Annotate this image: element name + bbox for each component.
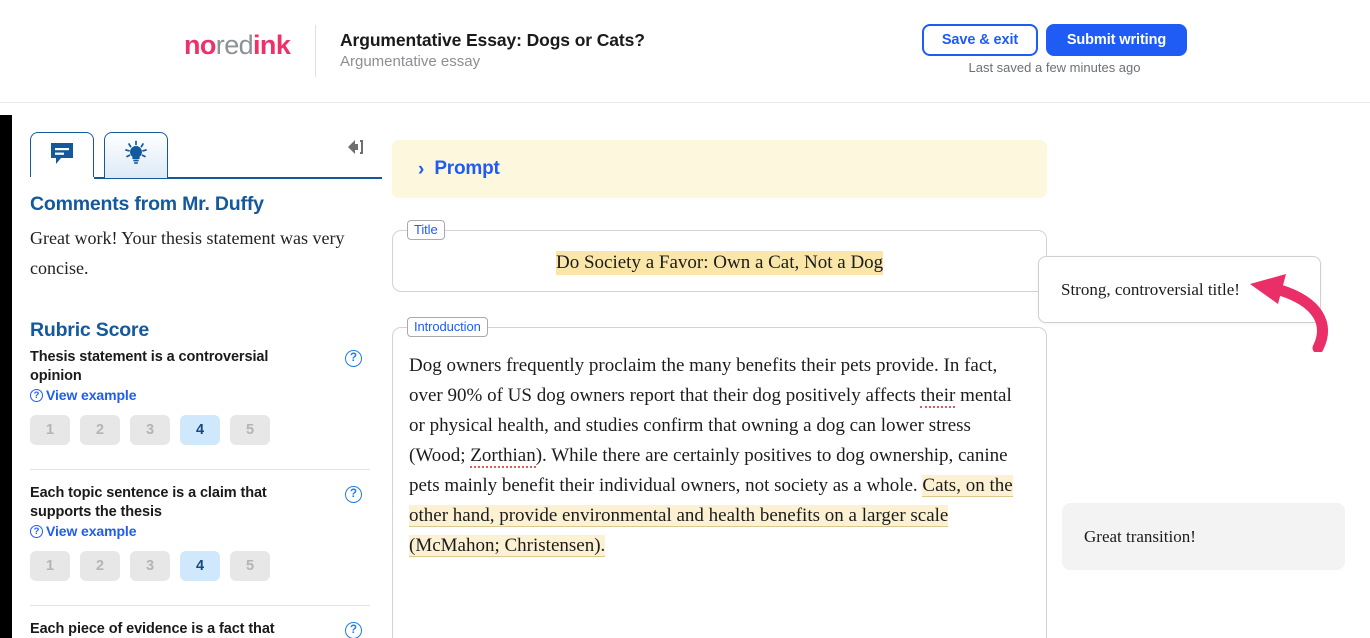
introduction-field-legend: Introduction: [407, 317, 488, 337]
header-divider: [315, 25, 316, 77]
score-buttons: 1 2 3 4 5: [30, 551, 370, 581]
rubric-item-label: Each topic sentence is a claim that supp…: [30, 485, 267, 520]
rubric-item: Each piece of evidence is a fact that su…: [30, 605, 370, 638]
save-and-exit-button[interactable]: Save & exit: [922, 24, 1038, 56]
noredink-logo[interactable]: noredink: [184, 30, 291, 60]
collapse-panel-icon[interactable]: [344, 136, 366, 158]
rubric-score-heading: Rubric Score: [30, 319, 149, 341]
score-buttons: 1 2 3 4 5: [30, 415, 370, 445]
intro-segment-1: Dog owners frequently proclaim the many …: [409, 355, 998, 406]
app-header: noredink Argumentative Essay: Dogs or Ca…: [0, 0, 1370, 103]
title-field[interactable]: Title Do Society a Favor: Own a Cat, Not…: [392, 220, 1047, 292]
score-button-4[interactable]: 4: [180, 415, 220, 445]
assignment-title: Argumentative Essay: Dogs or Cats?: [340, 30, 645, 50]
introduction-text: Dog owners frequently proclaim the many …: [393, 328, 1046, 571]
help-icon[interactable]: ?: [345, 622, 362, 638]
spellcheck-word-their: their: [920, 385, 956, 408]
score-button-2[interactable]: 2: [80, 551, 120, 581]
rubric-item-label: Thesis statement is a controversial opin…: [30, 349, 269, 384]
score-button-3[interactable]: 3: [130, 415, 170, 445]
assignment-subtitle: Argumentative essay: [340, 53, 481, 70]
teacher-comment-text: Great work! Your thesis statement was ve…: [30, 228, 345, 278]
view-example-label: View example: [46, 387, 137, 403]
prompt-label: Prompt: [434, 158, 500, 179]
comment-callout-text: Strong, controversial title!: [1061, 279, 1240, 299]
score-button-4[interactable]: 4: [180, 551, 220, 581]
score-button-5[interactable]: 5: [230, 415, 270, 445]
tab-comments[interactable]: [30, 132, 94, 180]
logo-part-red: red: [215, 30, 254, 60]
introduction-field[interactable]: Introduction Dog owners frequently procl…: [392, 317, 1047, 638]
question-mark-icon: ?: [30, 388, 43, 402]
prompt-disclosure[interactable]: › Prompt: [392, 140, 1047, 198]
help-icon[interactable]: ?: [345, 350, 362, 367]
rubric-item: Each topic sentence is a claim that supp…: [30, 469, 370, 591]
rubric-item: Thesis statement is a controversial opin…: [30, 348, 370, 455]
comment-callout-text: Great transition!: [1084, 526, 1196, 546]
sidebar-content: Comments from Mr. Duffy Great work! Your…: [30, 193, 370, 638]
comments-heading: Comments from Mr. Duffy: [30, 193, 264, 215]
view-example-link[interactable]: ? View example: [30, 523, 370, 539]
score-button-2[interactable]: 2: [80, 415, 120, 445]
feedback-sidebar: Comments from Mr. Duffy Great work! Your…: [12, 115, 382, 638]
sidebar-tabs: [30, 132, 382, 180]
comment-callout-active[interactable]: Strong, controversial title!: [1038, 256, 1321, 323]
lightbulb-icon: [122, 140, 150, 172]
score-button-3[interactable]: 3: [130, 551, 170, 581]
logo-part-ink: ink: [253, 30, 291, 60]
comment-bubble-icon: [49, 141, 75, 171]
score-button-1[interactable]: 1: [30, 415, 70, 445]
left-edge-strip: [0, 115, 12, 638]
view-example-label: View example: [46, 523, 137, 539]
essay-title-text: Do Society a Favor: Own a Cat, Not a Dog: [556, 251, 884, 275]
question-mark-icon: ?: [30, 524, 43, 538]
help-icon[interactable]: ?: [345, 486, 362, 503]
chevron-right-icon: ›: [418, 158, 425, 180]
tab-hints[interactable]: [104, 132, 168, 178]
score-button-5[interactable]: 5: [230, 551, 270, 581]
logo-part-no: no: [184, 30, 216, 60]
comment-callout-inactive[interactable]: Great transition!: [1062, 503, 1345, 570]
rubric-item-label: Each piece of evidence is a fact that su…: [30, 621, 275, 637]
score-button-1[interactable]: 1: [30, 551, 70, 581]
view-example-link[interactable]: ? View example: [30, 387, 370, 403]
spellcheck-word-zorthian: Zorthian: [470, 445, 536, 468]
submit-writing-button[interactable]: Submit writing: [1046, 24, 1187, 56]
title-field-legend: Title: [407, 220, 445, 240]
last-saved-status: Last saved a few minutes ago: [968, 60, 1141, 75]
